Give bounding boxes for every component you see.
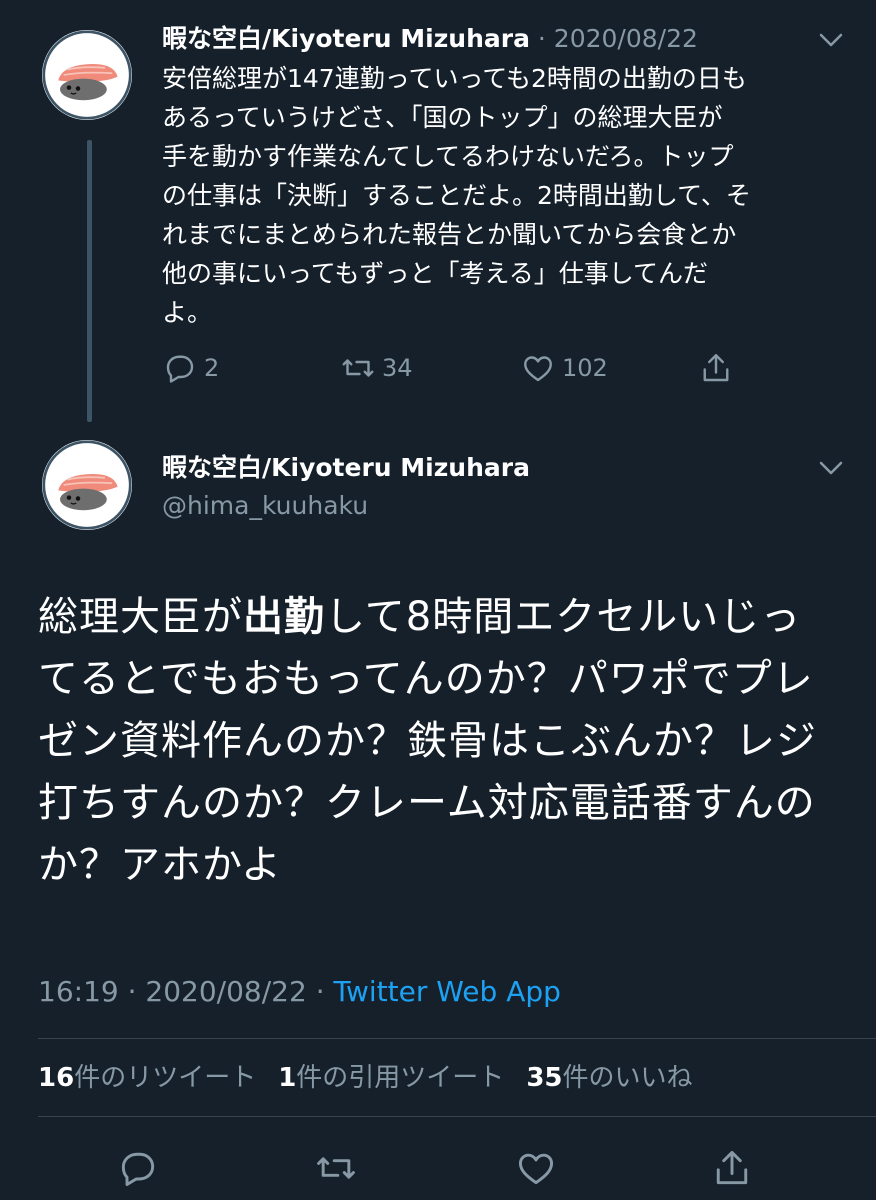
parent-tweet-text: 安倍総理が147連勤っていっても2時間の出勤の日も あるっていうけどさ、「国のト… bbox=[162, 64, 751, 327]
main-retweet-button[interactable] bbox=[314, 1146, 358, 1190]
parent-like-button[interactable]: 102 bbox=[520, 350, 608, 386]
parent-like-count: 102 bbox=[562, 354, 608, 382]
like-icon bbox=[524, 356, 552, 382]
engagement-stats: 16件のリツイート 1件の引用ツイート 35件のいいね bbox=[38, 1060, 693, 1096]
likes-count: 35 bbox=[526, 1063, 563, 1093]
parent-author-name[interactable]: 暇な空白/Kiyoteru Mizuhara bbox=[162, 24, 530, 53]
parent-retweet-count: 34 bbox=[382, 354, 413, 382]
retweet-icon bbox=[342, 359, 374, 377]
source-app-link[interactable]: Twitter Web App bbox=[334, 975, 561, 1008]
main-author-name[interactable]: 暇な空白/Kiyoteru Mizuhara bbox=[162, 451, 530, 485]
sushi-avatar-image bbox=[42, 440, 132, 530]
header-separator: · bbox=[529, 24, 554, 53]
likes-stat[interactable]: 35件のいいね bbox=[526, 1063, 692, 1093]
thread-connector-line bbox=[87, 140, 92, 422]
retweets-label: 件のリツイート bbox=[74, 1063, 257, 1093]
bold-text-segment: 出勤 bbox=[243, 594, 325, 640]
retweet-icon bbox=[317, 1157, 355, 1179]
quotes-label: 件の引用ツイート bbox=[296, 1063, 505, 1093]
parent-reply-count: 2 bbox=[204, 354, 220, 382]
reply-icon bbox=[121, 1152, 155, 1186]
parent-retweet-button[interactable]: 34 bbox=[340, 350, 413, 386]
main-avatar[interactable] bbox=[42, 440, 132, 530]
main-caret-down-icon[interactable] bbox=[816, 458, 846, 478]
parent-caret-down-icon[interactable] bbox=[816, 30, 846, 50]
main-share-button[interactable] bbox=[710, 1146, 754, 1190]
tweet-date: 2020/08/22 bbox=[145, 975, 307, 1008]
share-icon bbox=[716, 1150, 748, 1185]
divider bbox=[38, 1116, 876, 1117]
retweets-count: 16 bbox=[38, 1063, 75, 1093]
sushi-avatar-image bbox=[42, 30, 132, 120]
share-icon bbox=[703, 354, 729, 382]
main-author-handle[interactable]: @hima_kuuhaku bbox=[162, 489, 368, 523]
parent-tweet-header: 暇な空白/Kiyoteru Mizuhara · 2020/08/22 bbox=[162, 22, 698, 56]
quotes-stat[interactable]: 1件の引用ツイート bbox=[278, 1063, 504, 1093]
main-reply-button[interactable] bbox=[116, 1146, 160, 1190]
quotes-count: 1 bbox=[278, 1063, 297, 1093]
meta-separator: · bbox=[306, 975, 334, 1008]
reply-icon bbox=[166, 355, 194, 383]
parent-avatar[interactable] bbox=[42, 30, 132, 120]
parent-share-button[interactable] bbox=[698, 350, 734, 386]
tweet-meta: 16:19 · 2020/08/22 · Twitter Web App bbox=[38, 972, 561, 1012]
parent-tweet-date[interactable]: 2020/08/22 bbox=[554, 24, 698, 53]
parent-reply-button[interactable]: 2 bbox=[162, 350, 219, 386]
main-tweet-text: 総理大臣が出勤して8時間エクセルいじってるとでもおもってんのか？パワポでプレゼン… bbox=[38, 586, 838, 896]
likes-label: 件のいいね bbox=[562, 1063, 693, 1093]
text-segment: 総理大臣が bbox=[38, 594, 243, 640]
like-icon bbox=[518, 1153, 554, 1185]
divider bbox=[38, 1038, 876, 1039]
tweet-time: 16:19 bbox=[38, 975, 119, 1008]
retweets-stat[interactable]: 16件のリツイート bbox=[38, 1063, 256, 1093]
main-like-button[interactable] bbox=[514, 1146, 558, 1190]
meta-separator: · bbox=[118, 975, 146, 1008]
